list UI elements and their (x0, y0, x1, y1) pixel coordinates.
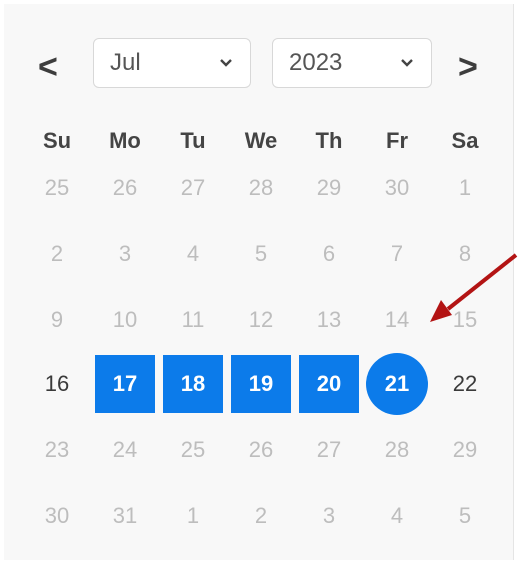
red-arrow-icon (430, 253, 518, 322)
